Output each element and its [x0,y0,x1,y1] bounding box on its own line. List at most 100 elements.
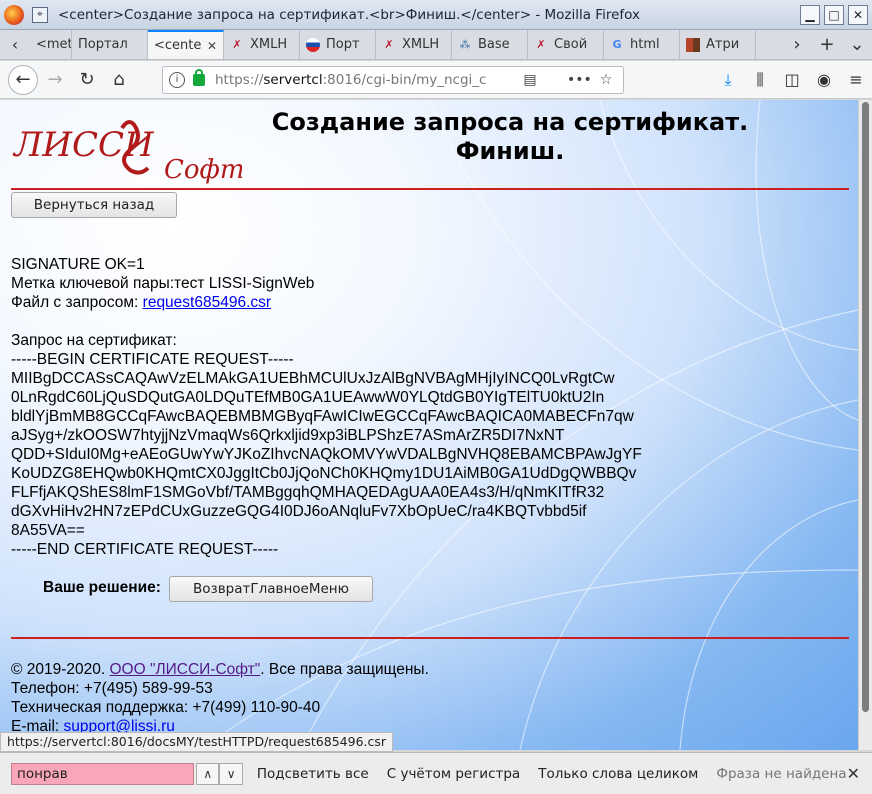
library-icon[interactable]: ⫼ [744,70,776,90]
request-label: Запрос на сертификат: [11,332,177,349]
whole-words-toggle[interactable]: Только слова целиком [538,766,698,782]
info-icon[interactable]: i [169,71,185,88]
page-footer: © 2019-2020. ООО "ЛИССИ-Софт". Все права… [11,660,429,736]
pin-icon[interactable]: ⌖ [32,6,48,23]
company-link[interactable]: ООО "ЛИССИ-Софт" [109,661,260,678]
blocks-icon [686,37,700,52]
find-bar: ∧ ∨ Подсветить все С учётом регистра Тол… [0,752,872,794]
google-icon: G [612,38,622,51]
tab-scroll-left-icon[interactable]: ‹ [0,30,30,59]
x-icon: ✗ [536,38,546,51]
bookmark-star-icon[interactable]: ☆ [595,72,617,88]
reader-view-icon[interactable]: ▤ [519,72,541,88]
csr-line: -----END CERTIFICATE REQUEST----- [11,541,279,558]
close-window-button[interactable]: ✕ [848,4,868,25]
reload-button[interactable]: ↻ [72,65,102,95]
maximize-button[interactable]: □ [824,4,844,25]
forward-button[interactable]: → [40,65,70,95]
find-input[interactable] [11,762,194,785]
tab-label: XMLH [402,37,440,52]
page-title-line2: Финиш. [455,137,565,165]
node-icon: ⁂ [459,38,471,51]
tab-close-icon[interactable]: ✕ [203,39,217,53]
return-main-menu-button[interactable]: ВозвратГлавноеМеню [169,576,373,602]
find-previous-chevron-up-icon[interactable]: ∧ [196,762,220,785]
csr-line: 8A55VA== [11,522,85,539]
csr-line: MIIBgDCCASsCAQAwVzELMAkGA1UEBhMCUlUxJzAl… [11,370,615,387]
result-block: SIGNATURE OK=1 Метка ключевой пары:тест … [11,255,642,559]
request-file-link[interactable]: request685496.csr [143,294,271,311]
minimize-button[interactable]: ▁ [800,4,820,25]
phone-line: Телефон: +7(495) 589-99-53 [11,680,213,697]
signature-status: SIGNATURE OK=1 [11,256,145,273]
link-status-tooltip: https://servertcl:8016/docsMY/testHTTPD/… [0,732,394,752]
page-scrollbar[interactable] [858,100,872,750]
tab-strip: ‹ <meta Портал <cente ✕ ✗ XMLH Порт ✗ XM… [0,30,872,60]
url-host: servertcl [263,71,323,88]
close-findbar-icon[interactable]: ✕ [847,764,860,783]
csr-line: bldlYjBmMB8GCCqFAwcBAQEBMBMGByqFAwICIwEG… [11,408,634,425]
request-file-label: Файл с запросом: [11,294,143,311]
tab-label: Свой [554,37,588,52]
support-line: Техническая поддержка: +7(499) 110-90-40 [11,699,321,716]
tab-list-chevron-icon[interactable]: ⌄ [842,34,872,55]
request-file-line: Файл с запросом: request685496.csr [11,293,642,312]
tab-8[interactable]: G html [604,30,680,59]
page-content: ЛИССИ Софт Создание запроса на сертифика… [0,100,858,750]
tab-scroll-right-icon[interactable]: › [782,34,812,55]
footer-divider [11,637,849,639]
x-icon: ✗ [384,38,394,51]
logo-subtext: Софт [164,155,242,184]
window-title: <center>Создание запроса на сертификат.<… [58,6,640,23]
tab-1[interactable]: Портал [72,30,148,59]
scrollbar-thumb[interactable] [862,102,869,712]
decision-label: Ваше решение: [43,579,161,596]
back-button[interactable]: ← [8,64,38,95]
highlight-all-toggle[interactable]: Подсветить все [257,766,369,782]
tab-label: html [630,37,660,52]
tab-label: Base [478,37,510,52]
tab-label: Порт [326,37,360,52]
account-icon[interactable]: ◉ [808,70,840,89]
tab-4[interactable]: Порт [300,30,376,59]
csr-line: QDD+SIduI0Mg+eAEoGUwYwYJKoZIhvcNAQkOMVYw… [11,446,642,463]
find-next-chevron-down-icon[interactable]: ∨ [219,762,243,785]
sidebar-icon[interactable]: ◫ [776,70,808,89]
lock-icon[interactable] [193,68,205,86]
header-divider [11,188,849,190]
new-tab-icon[interactable]: + [812,34,842,55]
navigation-toolbar: ← → ↻ ⌂ i https://servertcl:8016/cgi-bin… [0,61,872,99]
tab-label: <cente [154,38,202,53]
back-link-button[interactable]: Вернуться назад [11,192,177,218]
match-case-toggle[interactable]: С учётом регистра [387,766,520,782]
download-icon[interactable]: ⤓ [712,70,744,90]
flag-icon [306,37,320,52]
menu-icon[interactable]: ≡ [840,70,872,89]
tab-3[interactable]: ✗ XMLH [224,30,300,59]
csr-line: dGXvHiHv2HN7zEPdCUxGuzzeGQG4I0DJ6oANqluF… [11,503,587,520]
csr-line: aJSyg+/zkOOSW7htyjjNzVmaqWs6Qrkxljid9xp3… [11,427,565,444]
tab-label: Атри [706,37,740,52]
find-status: Фраза не найдена [716,765,847,782]
csr-line: FLFfjAKQShES8lmF1SMGoVbf/TAMBggqhQMHAQED… [11,484,605,501]
x-icon: ✗ [232,38,242,51]
csr-line: 0LnRgdC60LjQuSDQutGA0LDQuTEfMB0GA1UEAwwW… [11,389,605,406]
csr-line: KoUDZG8EHQwb0KHQmtCX0JggItCb0JjQoNCh0KHQ… [11,465,637,482]
page-title: Создание запроса на сертификат. Финиш. [260,108,760,166]
tab-5[interactable]: ✗ XMLH [376,30,452,59]
window-titlebar: ⌖ <center>Создание запроса на сертификат… [0,0,872,30]
url-bar[interactable]: i https://servertcl:8016/cgi-bin/my_ncgi… [162,65,624,94]
tab-label: <meta [36,37,71,52]
home-button[interactable]: ⌂ [104,65,134,95]
tab-9[interactable]: Атри [680,30,756,59]
tab-6[interactable]: ⁂ Base [452,30,528,59]
firefox-icon [4,4,24,25]
tab-2-active[interactable]: <cente ✕ [148,30,224,59]
tab-label: XMLH [250,37,288,52]
page-title-line1: Создание запроса на сертификат. [271,108,749,136]
copyright-line: © 2019-2020. ООО "ЛИССИ-Софт". Все права… [11,661,429,678]
url-path: :8016/cgi-bin/my_ncgi_c [322,71,487,88]
page-actions-icon[interactable]: ••• [567,72,592,88]
tab-0[interactable]: <meta [30,30,72,59]
tab-7[interactable]: ✗ Свой [528,30,604,59]
